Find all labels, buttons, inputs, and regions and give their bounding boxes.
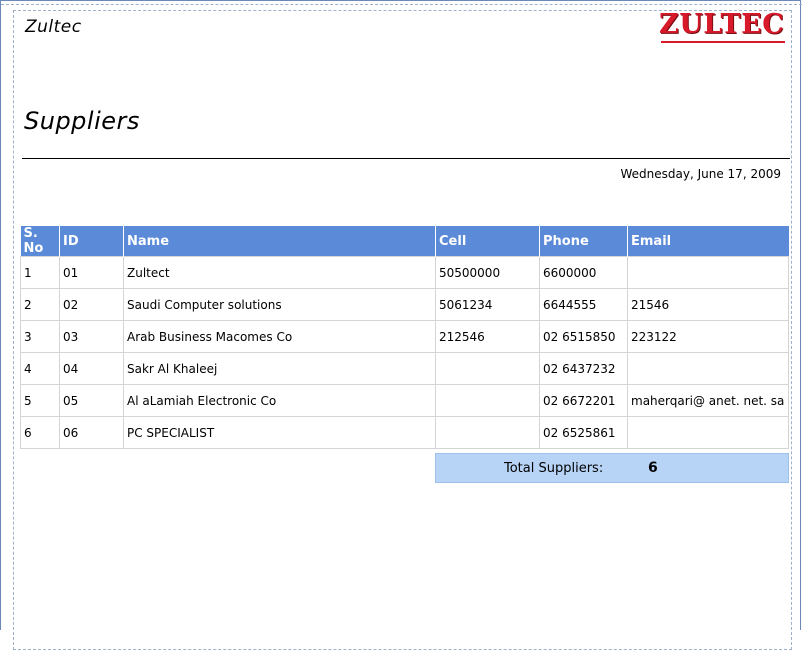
cell-email	[627, 352, 789, 385]
report-date: Wednesday, June 17, 2009	[620, 167, 782, 181]
cell-cell: 5061234	[435, 288, 540, 321]
cell-id: 02	[59, 288, 124, 321]
table-row: 3 03 Arab Business Macomes Co 212546 02 …	[20, 320, 789, 353]
cell-phone: 6600000	[539, 256, 628, 289]
report-viewer-window: Zultec ZULTEC Suppliers Wednesday, June …	[0, 0, 802, 650]
cell-phone: 02 6525861	[539, 416, 628, 449]
column-header-email: Email	[627, 226, 789, 257]
table-row: 6 06 PC SPECIALIST 02 6525861	[20, 416, 789, 449]
cell-name: Arab Business Macomes Co	[123, 320, 436, 353]
cell-sno: 2	[20, 288, 60, 321]
cell-phone: 02 6515850	[539, 320, 628, 353]
cell-sno: 1	[20, 256, 60, 289]
column-header-name: Name	[123, 226, 436, 257]
cell-email: 223122	[627, 320, 789, 353]
cell-phone: 02 6437232	[539, 352, 628, 385]
cell-sno: 6	[20, 416, 60, 449]
total-suppliers-value: 6	[648, 460, 658, 476]
logo-underline	[661, 41, 785, 43]
table-row: 2 02 Saudi Computer solutions 5061234 66…	[20, 288, 789, 321]
column-header-sno: S. No	[20, 226, 60, 257]
cell-name: Saudi Computer solutions	[123, 288, 436, 321]
cell-name: PC SPECIALIST	[123, 416, 436, 449]
cell-email	[627, 256, 789, 289]
cell-id: 03	[59, 320, 124, 353]
cell-cell	[435, 352, 540, 385]
cell-id: 04	[59, 352, 124, 385]
page-margin-guide-top	[1, 4, 802, 5]
cell-name: Zultect	[123, 256, 436, 289]
title-divider	[22, 158, 790, 159]
company-name: Zultec	[25, 17, 82, 37]
cell-id: 01	[59, 256, 124, 289]
total-suppliers-label: Total Suppliers:	[504, 461, 604, 476]
cell-email: 21546	[627, 288, 789, 321]
cell-sno: 5	[20, 384, 60, 417]
cell-sno: 3	[20, 320, 60, 353]
cell-phone: 02 6672201	[539, 384, 628, 417]
cell-id: 06	[59, 416, 124, 449]
cell-cell	[435, 384, 540, 417]
column-header-phone: Phone	[539, 226, 628, 257]
cell-email	[627, 416, 789, 449]
cell-name: Al aLamiah Electronic Co	[123, 384, 436, 417]
table-row: 5 05 Al aLamiah Electronic Co 02 6672201…	[20, 384, 789, 417]
table-header-row: S. No ID Name Cell Phone Email	[20, 226, 789, 257]
table-row: 4 04 Sakr Al Khaleej 02 6437232	[20, 352, 789, 385]
total-suppliers-box: Total Suppliers: 6	[435, 453, 789, 483]
cell-cell	[435, 416, 540, 449]
cell-cell: 212546	[435, 320, 540, 353]
cell-email: maherqari@ anet. net. sa	[627, 384, 789, 417]
table-row: 1 01 Zultect 50500000 6600000	[20, 256, 789, 289]
column-header-id: ID	[59, 226, 124, 257]
zultec-logo: ZULTEC	[659, 9, 785, 40]
cell-name: Sakr Al Khaleej	[123, 352, 436, 385]
suppliers-table: S. No ID Name Cell Phone Email 1 01 Zult…	[20, 226, 789, 449]
report-title: Suppliers	[24, 107, 140, 135]
cell-cell: 50500000	[435, 256, 540, 289]
cell-phone: 6644555	[539, 288, 628, 321]
column-header-cell: Cell	[435, 226, 540, 257]
cell-id: 05	[59, 384, 124, 417]
cell-sno: 4	[20, 352, 60, 385]
